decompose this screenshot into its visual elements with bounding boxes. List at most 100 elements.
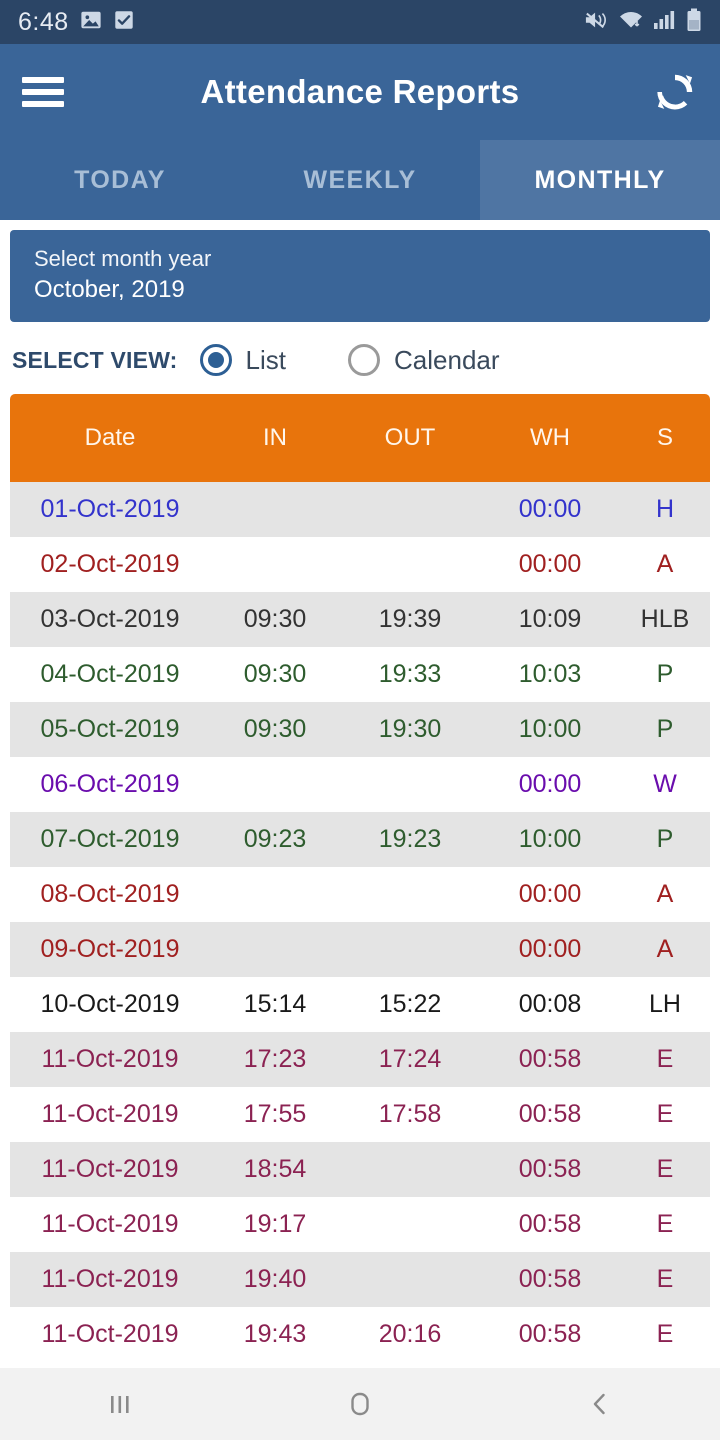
table-row[interactable]: 11-Oct-2019 19:17 00:58 E — [10, 1197, 710, 1253]
cell-date: 02-Oct-2019 — [40, 550, 180, 579]
radio-calendar[interactable]: Calendar — [348, 344, 500, 377]
cell-wh: 10:00 — [518, 825, 582, 854]
cell-date: 03-Oct-2019 — [40, 605, 180, 634]
cell-status: W — [653, 770, 677, 799]
cell-date: 04-Oct-2019 — [40, 660, 180, 689]
checkbox-icon — [113, 9, 135, 36]
table-row[interactable]: 11-Oct-2019 19:40 00:58 E — [10, 1252, 710, 1308]
cell-out: 17:24 — [378, 1045, 442, 1074]
cell-wh: 10:09 — [518, 605, 582, 634]
radio-list[interactable]: List — [199, 344, 287, 377]
cell-wh: 00:58 — [518, 1265, 582, 1294]
refresh-sync-icon[interactable] — [652, 69, 698, 115]
radio-list-label: List — [245, 344, 287, 375]
table-row[interactable]: 11-Oct-2019 17:23 17:24 00:58 E — [10, 1032, 710, 1088]
cell-date: 01-Oct-2019 — [40, 495, 180, 524]
cell-wh: 00:08 — [518, 990, 582, 1019]
cell-status: E — [656, 1045, 674, 1074]
mute-vibrate-icon — [583, 9, 609, 36]
month-selector-label: Select month year — [34, 246, 212, 271]
home-icon[interactable] — [300, 1368, 420, 1440]
cell-date: 11-Oct-2019 — [41, 1100, 179, 1129]
column-header-wh: WH — [530, 424, 570, 452]
cell-status: P — [656, 825, 674, 854]
cell-date: 11-Oct-2019 — [41, 1320, 179, 1349]
tab-monthly-label: MONTHLY — [534, 165, 666, 194]
cell-status: P — [656, 715, 674, 744]
wifi-icon — [618, 9, 644, 36]
tab-monthly[interactable]: MONTHLY — [480, 140, 720, 220]
signal-bars-icon — [653, 9, 677, 36]
cell-wh: 00:00 — [518, 770, 582, 799]
cell-date: 06-Oct-2019 — [40, 770, 180, 799]
table-row[interactable]: 10-Oct-2019 15:14 15:22 00:08 LH — [10, 977, 710, 1033]
battery-icon — [686, 8, 702, 37]
cell-status: A — [656, 880, 674, 909]
back-icon[interactable] — [540, 1368, 660, 1440]
table-row[interactable]: 03-Oct-2019 09:30 19:39 10:09 HLB — [10, 592, 710, 648]
status-bar-right — [583, 8, 702, 37]
cell-in: 09:30 — [243, 605, 307, 634]
tab-weekly[interactable]: WEEKLY — [240, 140, 480, 220]
cell-out: 19:23 — [378, 825, 442, 854]
table-row[interactable]: 08-Oct-2019 00:00 A — [10, 867, 710, 923]
cell-out: 17:58 — [378, 1100, 442, 1129]
table-row[interactable]: 11-Oct-2019 17:55 17:58 00:58 E — [10, 1087, 710, 1143]
cell-wh: 10:03 — [518, 660, 582, 689]
cell-in: 17:55 — [243, 1100, 307, 1129]
cell-wh: 00:58 — [518, 1320, 582, 1349]
cell-out: 15:22 — [378, 990, 442, 1019]
hamburger-menu-icon[interactable] — [22, 77, 64, 107]
cell-date: 09-Oct-2019 — [40, 935, 180, 964]
table-row[interactable]: 07-Oct-2019 09:23 19:23 10:00 P — [10, 812, 710, 868]
table-row[interactable]: 04-Oct-2019 09:30 19:33 10:03 P — [10, 647, 710, 703]
cell-in: 09:30 — [243, 660, 307, 689]
cell-in: 19:40 — [243, 1265, 307, 1294]
cell-status: E — [656, 1210, 674, 1239]
radio-calendar-label: Calendar — [394, 344, 500, 375]
cell-wh: 00:58 — [518, 1210, 582, 1239]
cell-out: 19:39 — [378, 605, 442, 634]
table-body: 01-Oct-2019 00:00 H 02-Oct-2019 00:00 A 03-Oct… — [10, 482, 710, 1363]
cell-out: 19:30 — [378, 715, 442, 744]
table-row[interactable]: 06-Oct-2019 00:00 W — [10, 757, 710, 813]
cell-date: 11-Oct-2019 — [41, 1155, 179, 1184]
cell-date: 11-Oct-2019 — [41, 1265, 179, 1294]
table-row[interactable]: 11-Oct-2019 19:43 20:16 00:58 E — [10, 1307, 710, 1363]
view-radio-group: List Calendar — [199, 344, 500, 377]
column-header-date: Date — [84, 424, 136, 452]
tab-today[interactable]: TODAY — [0, 140, 240, 220]
table-row[interactable]: 09-Oct-2019 00:00 A — [10, 922, 710, 978]
cell-wh: 00:58 — [518, 1045, 582, 1074]
app-bar: Attendance Reports — [0, 44, 720, 140]
cell-in: 18:54 — [243, 1155, 307, 1184]
cell-date: 07-Oct-2019 — [40, 825, 180, 854]
table-row[interactable]: 05-Oct-2019 09:30 19:30 10:00 P — [10, 702, 710, 758]
cell-status: A — [656, 550, 674, 579]
system-navigation-bar — [0, 1368, 720, 1440]
month-selector-value: October, 2019 — [34, 275, 185, 303]
attendance-table[interactable]: Date IN OUT WH S 01-Oct-2019 00:00 H 02-Oct… — [10, 394, 710, 1368]
cell-date: 11-Oct-2019 — [41, 1210, 179, 1239]
cell-status: E — [656, 1320, 674, 1349]
radio-list-icon — [199, 344, 232, 377]
cell-date: 11-Oct-2019 — [41, 1045, 179, 1074]
month-year-selector[interactable]: Select month year October, 2019 — [10, 230, 710, 323]
image-icon — [80, 9, 102, 36]
table-row[interactable]: 01-Oct-2019 00:00 H — [10, 482, 710, 538]
cell-status: P — [656, 660, 674, 689]
cell-in: 19:17 — [243, 1210, 307, 1239]
cell-in: 15:14 — [243, 990, 307, 1019]
table-row[interactable]: 11-Oct-2019 18:54 00:58 E — [10, 1142, 710, 1198]
cell-status: H — [655, 495, 675, 524]
cell-status: E — [656, 1155, 674, 1184]
cell-date: 10-Oct-2019 — [40, 990, 180, 1019]
recents-icon[interactable] — [60, 1368, 180, 1440]
tab-weekly-label: WEEKLY — [303, 165, 417, 194]
table-row[interactable]: 02-Oct-2019 00:00 A — [10, 537, 710, 593]
status-bar-left: 6:48 — [18, 8, 135, 37]
radio-calendar-icon — [348, 344, 381, 377]
cell-in: 19:43 — [243, 1320, 307, 1349]
status-time: 6:48 — [18, 7, 69, 36]
cell-date: 05-Oct-2019 — [40, 715, 180, 744]
